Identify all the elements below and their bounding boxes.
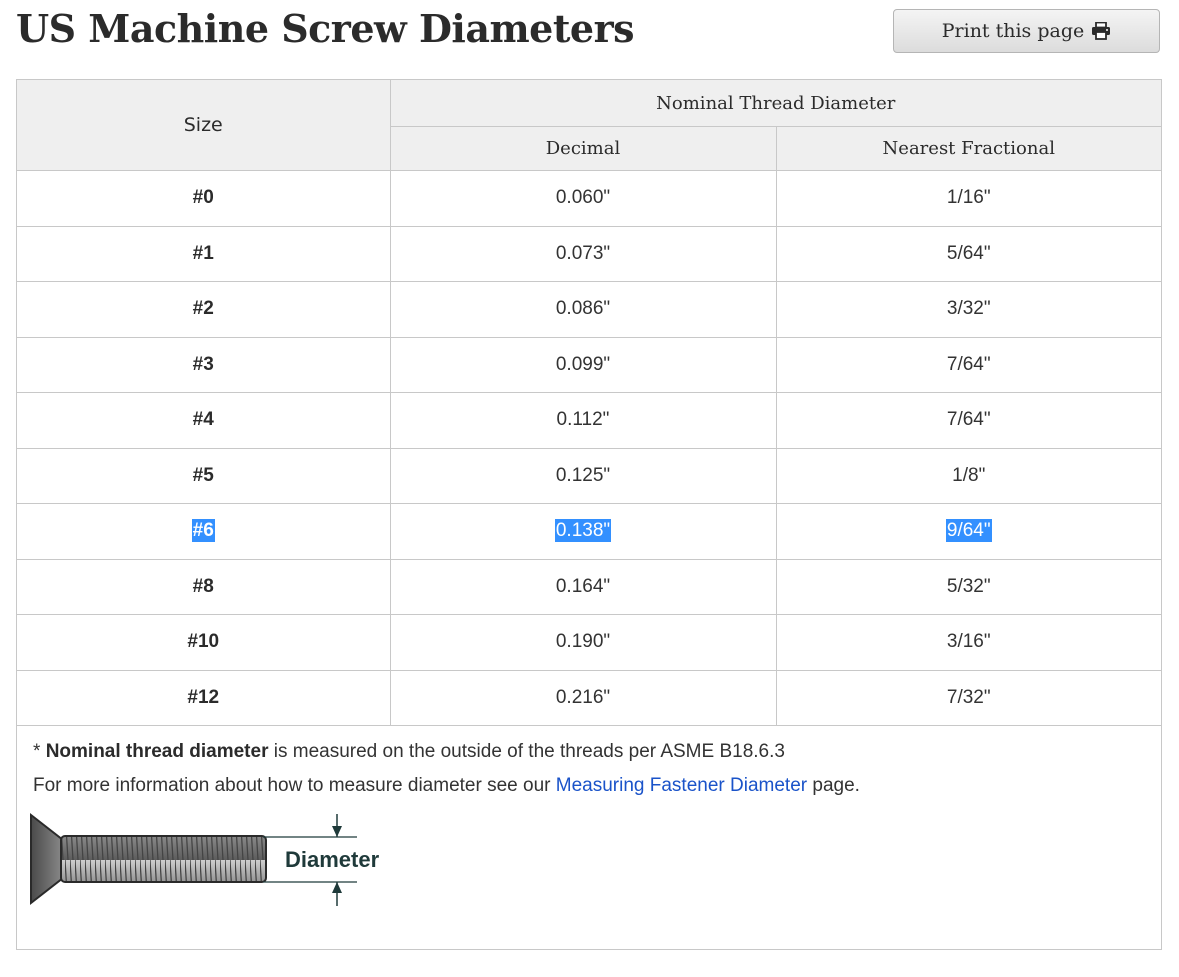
note-text: is measured on the outside of the thread… <box>268 741 785 762</box>
size-cell-text: #0 <box>192 187 214 209</box>
notes: * Nominal thread diameter is measured on… <box>17 726 1161 797</box>
fraction-cell-text: 3/32" <box>946 298 991 320</box>
table-row: #3 0.099" 7/64" <box>17 336 1161 393</box>
decimal-cell: 0.138" <box>389 503 777 560</box>
decimal-cell-text: 0.073" <box>555 242 611 264</box>
size-cell: #8 <box>17 558 391 615</box>
decimal-cell: 0.086" <box>389 281 777 338</box>
fraction-cell-text: 7/32" <box>946 686 991 708</box>
decimal-cell: 0.190" <box>389 614 777 671</box>
size-cell-text: #10 <box>187 631 220 653</box>
decimal-cell: 0.164" <box>389 558 777 615</box>
table-row: #4 0.112" 7/64" <box>17 392 1161 449</box>
decimal-cell: 0.060" <box>389 170 777 227</box>
decimal-cell: 0.216" <box>389 669 777 726</box>
fraction-cell: 5/32" <box>775 558 1161 615</box>
diameter-label: Diameter <box>285 847 380 872</box>
size-cell: #12 <box>17 669 391 726</box>
size-column-header: Size <box>17 80 391 171</box>
page-title: US Machine Screw Diameters <box>16 6 635 51</box>
fraction-cell: 5/64" <box>775 225 1161 282</box>
size-cell-text: #1 <box>192 242 214 264</box>
note-term: Nominal thread diameter <box>45 741 269 762</box>
size-cell: #5 <box>17 447 391 504</box>
fraction-cell: 3/32" <box>775 281 1161 338</box>
fraction-cell: 7/64" <box>775 336 1161 393</box>
size-cell-text: #3 <box>192 353 214 375</box>
size-cell: #2 <box>17 281 391 338</box>
size-cell: #4 <box>17 392 391 449</box>
fraction-cell-text: 5/32" <box>946 575 991 597</box>
size-cell-text: #12 <box>187 686 220 708</box>
fraction-cell: 3/16" <box>775 614 1161 671</box>
fraction-cell-text: 1/8" <box>952 464 986 486</box>
table-row: #6 0.138" 9/64" <box>17 503 1161 560</box>
decimal-cell: 0.112" <box>389 392 777 449</box>
decimal-column-header: Decimal <box>390 126 777 171</box>
size-cell: #1 <box>17 225 391 282</box>
more-info-text: For more information about how to measur… <box>33 775 556 796</box>
screw-diameter-diagram: Diameter <box>15 810 1161 915</box>
table-row: #5 0.125" 1/8" <box>17 447 1161 504</box>
fraction-cell: 1/16" <box>775 170 1161 227</box>
printer-icon <box>1091 22 1111 40</box>
size-cell: #10 <box>17 614 391 671</box>
table-row: #8 0.164" 5/32" <box>17 558 1161 615</box>
fraction-cell-text: 7/64" <box>946 353 991 375</box>
decimal-cell-text: 0.112" <box>556 409 610 431</box>
size-cell: #3 <box>17 336 391 393</box>
size-cell-text: #4 <box>192 409 214 431</box>
decimal-cell-text: 0.099" <box>555 353 611 375</box>
size-cell-text: #2 <box>192 298 214 320</box>
decimal-cell-text: 0.138" <box>554 519 612 543</box>
fraction-cell-text: 7/64" <box>946 409 991 431</box>
fractional-column-header: Nearest Fractional <box>775 126 1161 171</box>
decimal-cell-text: 0.125" <box>555 464 611 486</box>
table-row: #0 0.060" 1/16" <box>17 170 1161 227</box>
fraction-cell-text: 3/16" <box>946 631 991 653</box>
more-info-end: page. <box>807 775 860 796</box>
table-row: #2 0.086" 3/32" <box>17 281 1161 338</box>
screw-illustration: Diameter <box>30 812 380 906</box>
fraction-cell-text: 5/64" <box>946 242 991 264</box>
decimal-cell-text: 0.060" <box>555 187 611 209</box>
fraction-cell-text: 1/16" <box>946 187 991 209</box>
decimal-cell: 0.125" <box>389 447 777 504</box>
decimal-cell-text: 0.190" <box>555 631 611 653</box>
table-row: #1 0.073" 5/64" <box>17 225 1161 282</box>
decimal-cell-text: 0.086" <box>555 298 611 320</box>
print-button-label: Print this page <box>941 20 1085 42</box>
print-page-button[interactable]: Print this page <box>893 9 1160 53</box>
fraction-cell: 9/64" <box>775 503 1161 560</box>
screw-diameter-table: Size Nominal Thread Diameter Decimal Nea… <box>17 80 1161 726</box>
size-cell-text: #8 <box>192 575 214 597</box>
fraction-cell: 1/8" <box>775 447 1161 504</box>
fraction-cell-text: 9/64" <box>945 519 992 543</box>
note-asterisk: * <box>33 741 46 762</box>
nominal-diameter-header: Nominal Thread Diameter <box>389 80 1161 127</box>
nominal-diameter-note: * Nominal thread diameter is measured on… <box>33 740 1161 763</box>
more-info-note: For more information about how to measur… <box>33 774 1161 797</box>
fraction-cell: 7/64" <box>775 392 1161 449</box>
size-cell-text: #5 <box>192 464 214 486</box>
size-cell: #6 <box>17 503 391 560</box>
size-cell-text: #6 <box>191 519 215 543</box>
decimal-cell-text: 0.164" <box>555 575 611 597</box>
table-row: #12 0.216" 7/32" <box>17 669 1161 726</box>
screw-diameter-panel: Size Nominal Thread Diameter Decimal Nea… <box>16 79 1162 950</box>
size-cell: #0 <box>17 170 391 227</box>
table-row: #10 0.190" 3/16" <box>17 614 1161 671</box>
fraction-cell: 7/32" <box>775 669 1161 726</box>
decimal-cell-text: 0.216" <box>555 686 611 708</box>
measuring-fastener-diameter-link[interactable]: Measuring Fastener Diameter <box>556 775 807 796</box>
decimal-cell: 0.099" <box>389 336 777 393</box>
decimal-cell: 0.073" <box>389 225 777 282</box>
